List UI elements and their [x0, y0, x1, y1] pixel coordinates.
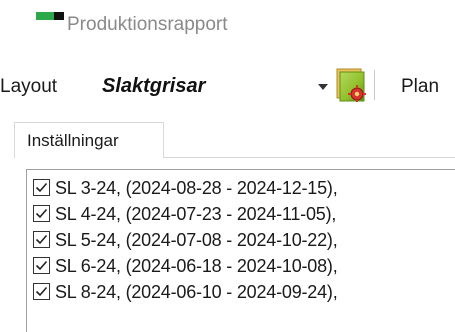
- tab-strip: Inställningar: [0, 122, 455, 158]
- tab-divider: [163, 157, 455, 158]
- list-item-label: SL 6-24, (2024-06-18 - 2024-10-08),: [55, 256, 338, 276]
- checkbox[interactable]: [33, 179, 50, 196]
- tab-installningar[interactable]: Inställningar: [14, 122, 164, 158]
- checkmark-icon: [35, 182, 48, 193]
- list-item-label: SL 4-24, (2024-07-23 - 2024-11-05),: [55, 204, 337, 224]
- app-window: Produktionsrapport Layout Slaktgrisar Pl…: [0, 0, 455, 332]
- layout-select[interactable]: Slaktgrisar: [102, 75, 205, 98]
- plan-button[interactable]: Plan: [401, 76, 439, 98]
- plan-document-icon[interactable]: [335, 68, 367, 102]
- list-item[interactable]: SL 4-24, (2024-07-23 - 2024-11-05),: [33, 202, 453, 228]
- chevron-down-icon[interactable]: [318, 84, 328, 90]
- list-item[interactable]: SL 8-24, (2024-06-10 - 2024-09-24),: [33, 280, 453, 306]
- checked-list: SL 3-24, (2024-08-28 - 2024-12-15), SL 4…: [26, 169, 455, 332]
- list-item[interactable]: SL 3-24, (2024-08-28 - 2024-12-15),: [33, 176, 453, 202]
- toolbar-divider: [374, 70, 375, 100]
- checkmark-icon: [35, 286, 48, 297]
- toolbar: Layout Slaktgrisar Plan: [0, 62, 455, 110]
- title-bar: Produktionsrapport: [22, 0, 442, 44]
- window-title: Produktionsrapport: [67, 14, 228, 35]
- checkbox[interactable]: [33, 283, 50, 300]
- list-item[interactable]: SL 5-24, (2024-07-08 - 2024-10-22),: [33, 228, 453, 254]
- list-item-label: SL 8-24, (2024-06-10 - 2024-09-24),: [55, 282, 338, 302]
- checkbox[interactable]: [33, 205, 50, 222]
- checkmark-icon: [35, 260, 48, 271]
- tab-label: Inställningar: [27, 131, 119, 150]
- list-item-label: SL 3-24, (2024-08-28 - 2024-12-15),: [55, 178, 338, 198]
- checkbox[interactable]: [33, 231, 50, 248]
- list-item-label: SL 5-24, (2024-07-08 - 2024-10-22),: [55, 230, 338, 250]
- checkmark-icon: [35, 208, 48, 219]
- list-item[interactable]: SL 6-24, (2024-06-18 - 2024-10-08),: [33, 254, 453, 280]
- checkbox[interactable]: [33, 257, 50, 274]
- checkmark-icon: [35, 234, 48, 245]
- app-status-icon: [36, 12, 64, 20]
- layout-label: Layout: [0, 76, 58, 97]
